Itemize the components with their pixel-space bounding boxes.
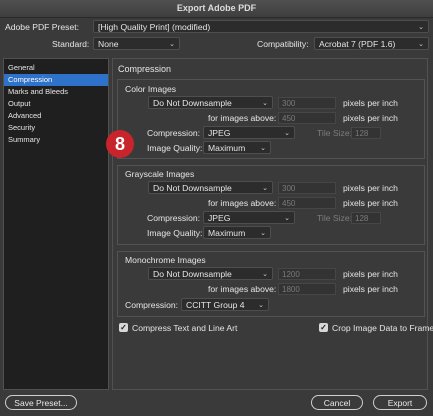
export-button[interactable]: Export	[373, 395, 427, 410]
mono-compression-dropdown[interactable]: CCITT Group 4 ⌄	[181, 298, 269, 311]
standard-value: None	[98, 39, 119, 49]
section-title: Grayscale Images	[125, 169, 195, 179]
gray-compression-value: JPEG	[208, 213, 231, 223]
dialog-title: Export Adobe PDF	[0, 0, 433, 18]
color-downsample-dropdown[interactable]: Do Not Downsample ⌄	[148, 96, 273, 109]
compression-label: Compression:	[125, 300, 179, 310]
gray-downsample-value: Do Not Downsample	[153, 183, 232, 193]
gray-quality-dropdown[interactable]: Maximum ⌄	[203, 226, 271, 239]
compatibility-value: Acrobat 7 (PDF 1.6)	[319, 39, 396, 49]
preset-value: [High Quality Print] (modified)	[98, 22, 211, 32]
chevron-down-icon: ⌄	[418, 41, 424, 48]
sidebar-item-advanced[interactable]: Advanced	[4, 110, 108, 122]
chevron-down-icon: ⌄	[418, 24, 424, 31]
category-list: General Compression Marks and Bleeds Out…	[3, 58, 109, 390]
panel-title: Compression	[118, 64, 172, 74]
preset-dropdown[interactable]: [High Quality Print] (modified) ⌄	[93, 20, 429, 33]
sidebar-item-summary[interactable]: Summary	[4, 134, 108, 146]
color-tile-size-field[interactable]: 128	[351, 127, 381, 139]
compress-text-label: Compress Text and Line Art	[132, 323, 238, 333]
cancel-button[interactable]: Cancel	[311, 395, 363, 410]
ppi-unit: pixels per inch	[343, 98, 398, 108]
chevron-down-icon: ⌄	[169, 41, 175, 48]
crop-image-data-label: Crop Image Data to Frames	[332, 323, 433, 333]
compatibility-label: Compatibility:	[257, 39, 309, 49]
image-quality-label: Image Quality:	[147, 228, 203, 238]
ppi-unit: pixels per inch	[343, 269, 398, 279]
gray-downsample-dropdown[interactable]: Do Not Downsample ⌄	[148, 181, 273, 194]
chevron-down-icon: ⌄	[262, 100, 268, 107]
color-quality-value: Maximum	[208, 143, 246, 153]
mono-downsample-dropdown[interactable]: Do Not Downsample ⌄	[148, 267, 273, 280]
color-quality-dropdown[interactable]: Maximum ⌄	[203, 141, 271, 154]
mono-compression-value: CCITT Group 4	[186, 300, 245, 310]
compatibility-dropdown[interactable]: Acrobat 7 (PDF 1.6) ⌄	[314, 37, 429, 50]
image-quality-label: Image Quality:	[147, 143, 203, 153]
mono-downsample-value: Do Not Downsample	[153, 269, 232, 279]
chevron-down-icon: ⌄	[258, 302, 264, 309]
section-title: Color Images	[125, 84, 177, 94]
tile-size-label: Tile Size:	[317, 213, 353, 223]
save-preset-button[interactable]: Save Preset...	[5, 395, 77, 410]
color-images-section: Color Images Do Not Downsample ⌄ 300 pix…	[117, 79, 425, 159]
ppi-unit: pixels per inch	[343, 198, 398, 208]
chevron-down-icon: ⌄	[260, 230, 266, 237]
standard-label: Standard:	[52, 39, 90, 49]
mono-ppi-field[interactable]: 1200	[278, 268, 336, 280]
above-label: for images above:	[208, 284, 277, 294]
color-downsample-value: Do Not Downsample	[153, 98, 232, 108]
compression-label: Compression:	[147, 213, 201, 223]
sidebar-item-general[interactable]: General	[4, 62, 108, 74]
standard-dropdown[interactable]: None ⌄	[93, 37, 180, 50]
sidebar-item-security[interactable]: Security	[4, 122, 108, 134]
gray-quality-value: Maximum	[208, 228, 246, 238]
gray-ppi-field[interactable]: 300	[278, 182, 336, 194]
compression-panel: Compression Color Images Do Not Downsamp…	[112, 58, 433, 390]
gray-compression-dropdown[interactable]: JPEG ⌄	[203, 211, 295, 224]
ppi-unit: pixels per inch	[343, 284, 398, 294]
color-compression-value: JPEG	[208, 128, 231, 138]
chevron-down-icon: ⌄	[260, 145, 266, 152]
color-ppi-field[interactable]: 300	[278, 97, 336, 109]
monochrome-images-section: Monochrome Images Do Not Downsample ⌄ 12…	[117, 251, 425, 317]
ppi-unit: pixels per inch	[343, 183, 398, 193]
preset-label: Adobe PDF Preset:	[5, 22, 80, 32]
chevron-down-icon: ⌄	[284, 215, 290, 222]
ppi-unit: pixels per inch	[343, 113, 398, 123]
step-number-badge: 8	[106, 130, 134, 158]
crop-image-data-checkbox[interactable]: ✓	[319, 323, 328, 332]
color-compression-dropdown[interactable]: JPEG ⌄	[203, 126, 295, 139]
export-pdf-dialog: Export Adobe PDF Adobe PDF Preset: [High…	[0, 0, 433, 416]
mono-above-ppi-field[interactable]: 1800	[278, 283, 336, 295]
gray-above-ppi-field[interactable]: 450	[278, 197, 336, 209]
color-above-ppi-field[interactable]: 450	[278, 112, 336, 124]
chevron-down-icon: ⌄	[262, 271, 268, 278]
sidebar-item-marks-and-bleeds[interactable]: Marks and Bleeds	[4, 86, 108, 98]
tile-size-label: Tile Size:	[317, 128, 353, 138]
chevron-down-icon: ⌄	[284, 130, 290, 137]
above-label: for images above:	[208, 113, 277, 123]
sidebar-item-compression[interactable]: Compression	[4, 74, 108, 86]
section-title: Monochrome Images	[125, 255, 206, 265]
grayscale-images-section: Grayscale Images Do Not Downsample ⌄ 300…	[117, 165, 425, 245]
above-label: for images above:	[208, 198, 277, 208]
chevron-down-icon: ⌄	[262, 185, 268, 192]
gray-tile-size-field[interactable]: 128	[351, 212, 381, 224]
sidebar-item-output[interactable]: Output	[4, 98, 108, 110]
compression-label: Compression:	[147, 128, 201, 138]
compress-text-checkbox[interactable]: ✓	[119, 323, 128, 332]
